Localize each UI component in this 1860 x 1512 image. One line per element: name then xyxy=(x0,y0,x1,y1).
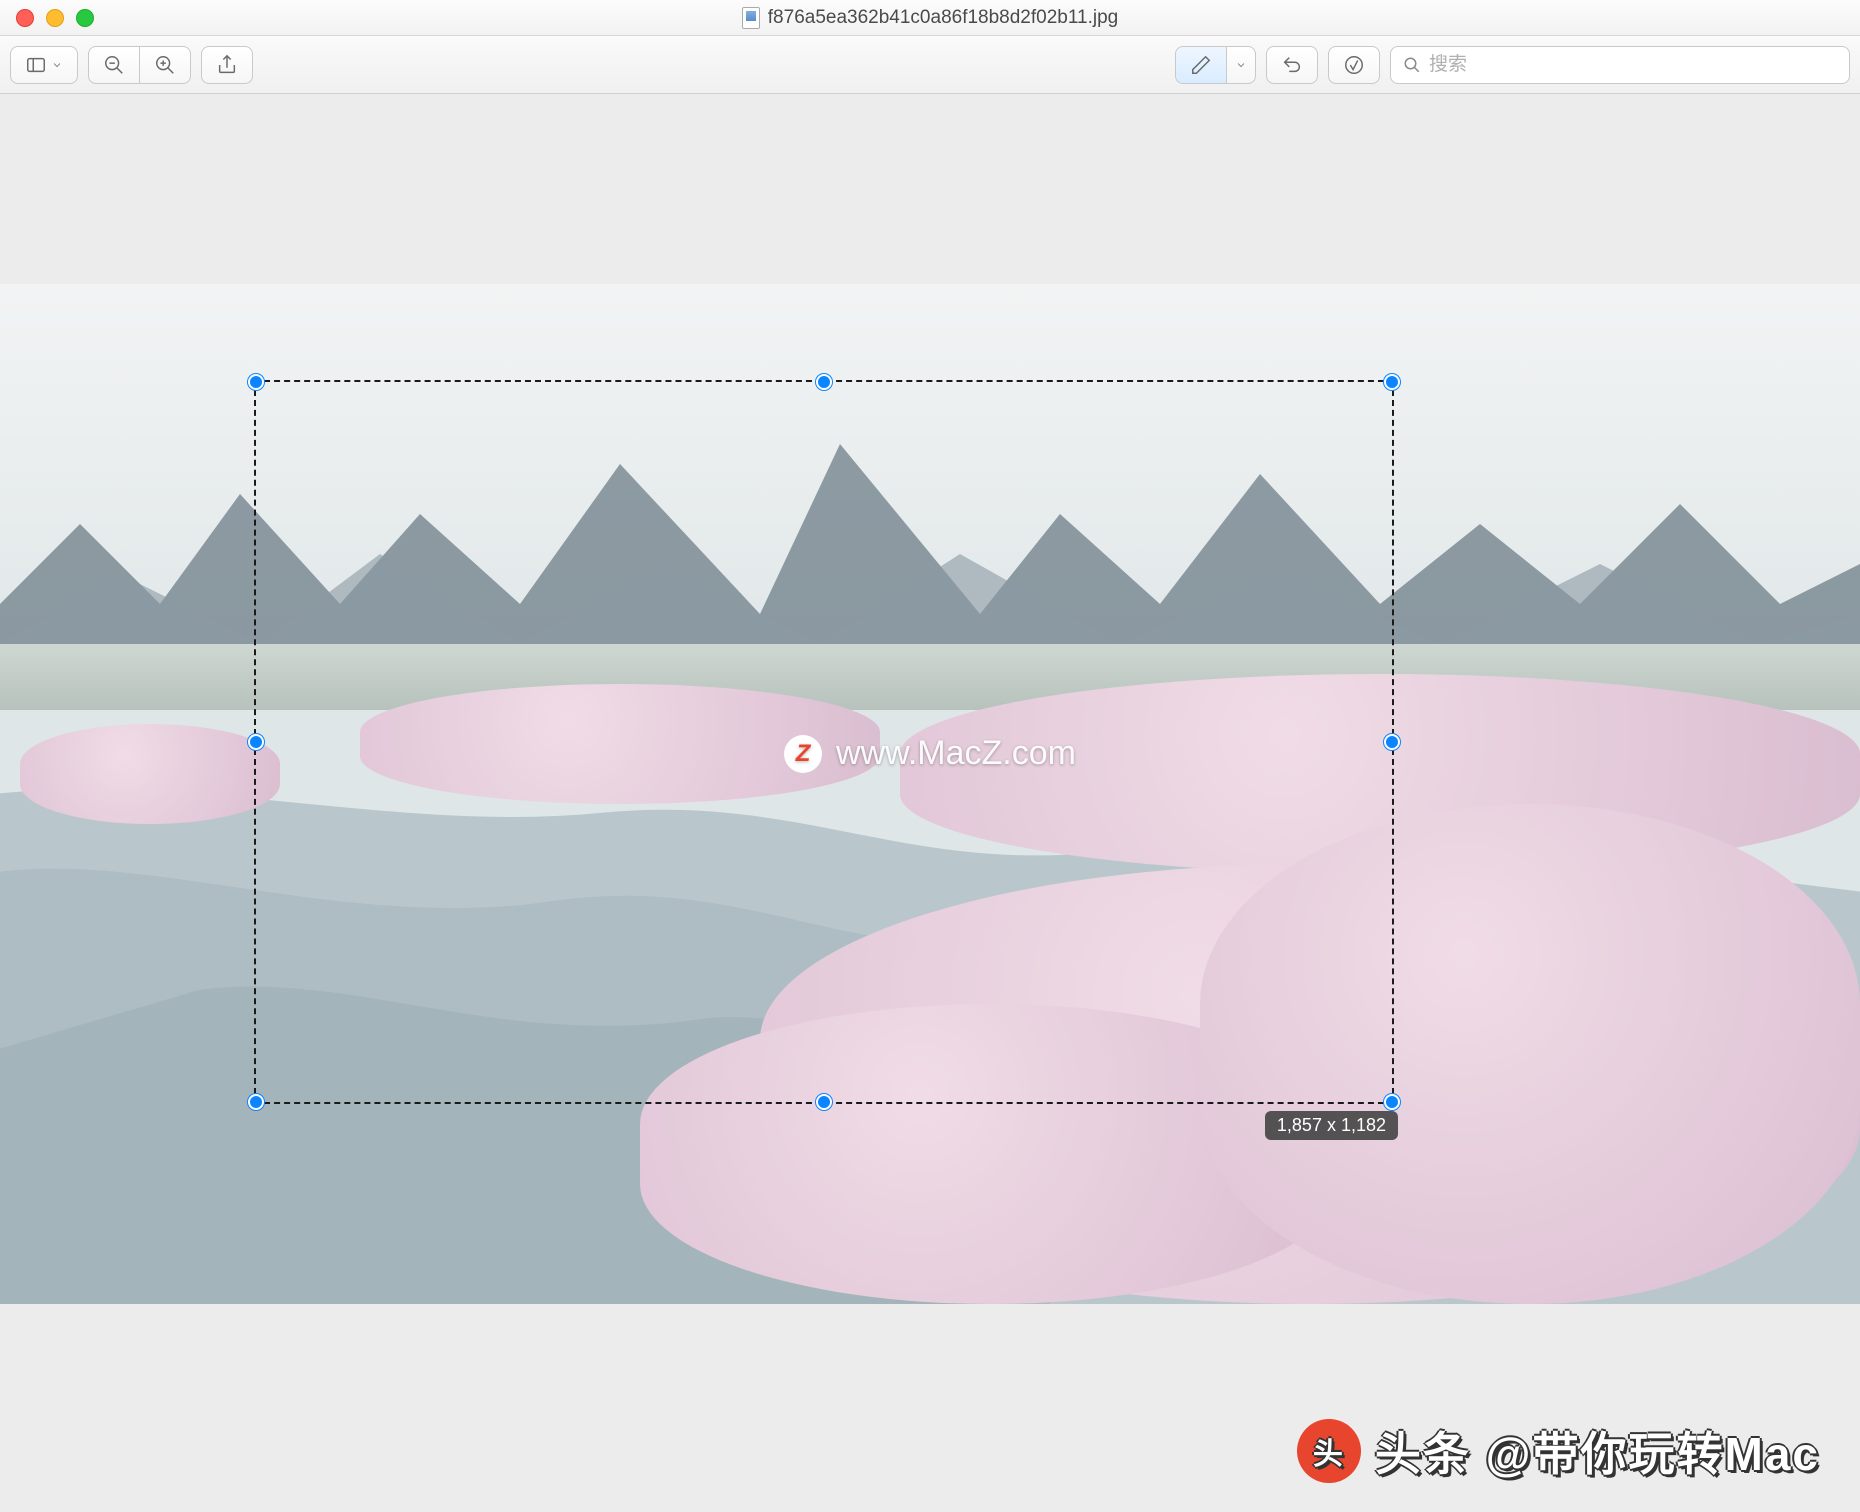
footer-watermark: 头 头条 @带你玩转Mac xyxy=(1297,1418,1820,1484)
preview-window: f876a5ea362b41c0a86f18b8d2f02b11.jpg xyxy=(0,0,1860,1512)
file-icon xyxy=(742,7,760,29)
selection-handle-top-center[interactable] xyxy=(816,374,832,390)
highlight-icon xyxy=(1343,54,1365,76)
footer-logo-icon: 头 xyxy=(1297,1419,1361,1483)
share-button[interactable] xyxy=(201,46,253,84)
markup-pen-icon xyxy=(1190,54,1212,76)
maximize-button[interactable] xyxy=(76,9,94,27)
window-title: f876a5ea362b41c0a86f18b8d2f02b11.jpg xyxy=(0,7,1860,29)
search-field[interactable] xyxy=(1390,46,1850,84)
selection-handle-top-left[interactable] xyxy=(248,374,264,390)
zoom-in-icon xyxy=(154,54,176,76)
titlebar: f876a5ea362b41c0a86f18b8d2f02b11.jpg xyxy=(0,0,1860,36)
search-icon xyxy=(1403,56,1421,74)
crop-selection[interactable]: 1,857 x 1,182 xyxy=(254,380,1394,1104)
filename-label: f876a5ea362b41c0a86f18b8d2f02b11.jpg xyxy=(768,7,1118,29)
sidebar-icon xyxy=(25,54,47,76)
zoom-group xyxy=(88,46,191,84)
selection-handle-bottom-center[interactable] xyxy=(816,1094,832,1110)
zoom-out-icon xyxy=(103,54,125,76)
zoom-in-button[interactable] xyxy=(140,46,191,84)
markup-group xyxy=(1175,46,1256,84)
selection-dimensions-tooltip: 1,857 x 1,182 xyxy=(1265,1111,1398,1140)
footer-watermark-text: 头条 @带你玩转Mac xyxy=(1375,1418,1820,1484)
markup-button[interactable] xyxy=(1175,46,1227,84)
rotate-button[interactable] xyxy=(1266,46,1318,84)
zoom-out-button[interactable] xyxy=(88,46,140,84)
selection-handle-middle-left[interactable] xyxy=(248,734,264,750)
selection-handle-middle-right[interactable] xyxy=(1384,734,1400,750)
close-button[interactable] xyxy=(16,9,34,27)
share-icon xyxy=(216,54,238,76)
toolbar xyxy=(0,36,1860,94)
selection-handle-bottom-left[interactable] xyxy=(248,1094,264,1110)
markup-dropdown-button[interactable] xyxy=(1227,46,1256,84)
image-canvas[interactable]: Z www.MacZ.com 1,857 x 1,182 xyxy=(0,284,1860,1304)
window-controls xyxy=(0,9,94,27)
rotate-left-icon xyxy=(1281,54,1303,76)
selection-handle-bottom-right[interactable] xyxy=(1384,1094,1400,1110)
highlight-button[interactable] xyxy=(1328,46,1380,84)
minimize-button[interactable] xyxy=(46,9,64,27)
content-area: Z www.MacZ.com 1,857 x 1,182 头 头条 @带你玩转M… xyxy=(0,94,1860,1512)
selection-handle-top-right[interactable] xyxy=(1384,374,1400,390)
search-input[interactable] xyxy=(1429,54,1837,76)
sidebar-toggle-button[interactable] xyxy=(10,46,78,84)
chevron-down-icon xyxy=(51,54,63,76)
chevron-down-icon xyxy=(1235,54,1247,76)
